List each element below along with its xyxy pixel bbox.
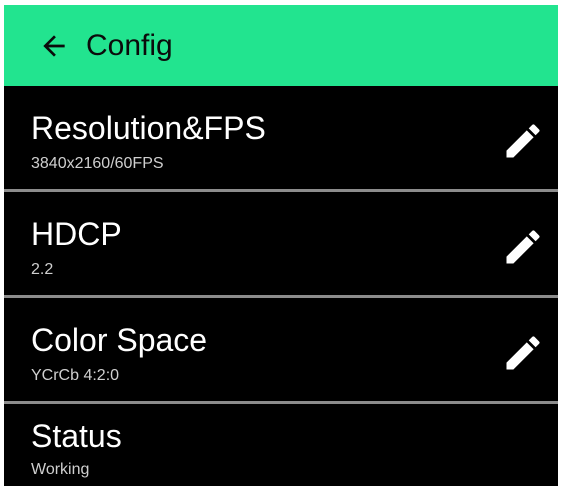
setting-label: Color Space — [31, 322, 208, 358]
pencil-edit-icon — [506, 230, 540, 264]
pencil-edit-icon — [506, 336, 540, 370]
edit-resolution-button[interactable] — [500, 118, 546, 164]
setting-row-color-space[interactable]: Color Space YCrCb 4:2:0 — [4, 298, 558, 404]
edit-hdcp-button[interactable] — [500, 224, 546, 270]
pencil-edit-icon — [506, 124, 540, 158]
page-title: Config — [86, 28, 173, 62]
setting-label: HDCP — [31, 216, 122, 252]
setting-value: 3840x2160/60FPS — [31, 155, 164, 172]
setting-label: Resolution&FPS — [31, 110, 266, 146]
setting-value: 2.2 — [31, 261, 54, 278]
edit-color-space-button[interactable] — [500, 330, 546, 376]
setting-row-status: Status Working — [4, 404, 558, 486]
setting-label: Status — [31, 418, 122, 454]
setting-row-hdcp[interactable]: HDCP 2.2 — [4, 192, 558, 298]
app-bar: Config — [4, 5, 558, 86]
setting-value: Working — [31, 461, 90, 478]
config-screen: Config Resolution&FPS 3840x2160/60FPS HD… — [4, 5, 558, 486]
settings-list: Resolution&FPS 3840x2160/60FPS HDCP 2.2 … — [4, 86, 558, 486]
setting-value: YCrCb 4:2:0 — [31, 367, 120, 384]
setting-row-resolution-fps[interactable]: Resolution&FPS 3840x2160/60FPS — [4, 86, 558, 192]
arrow-back-icon — [43, 34, 65, 57]
back-button[interactable] — [32, 24, 76, 68]
